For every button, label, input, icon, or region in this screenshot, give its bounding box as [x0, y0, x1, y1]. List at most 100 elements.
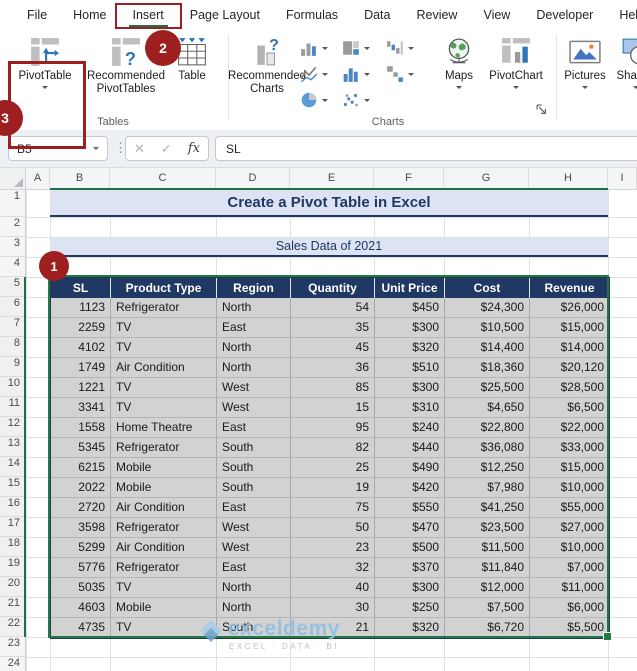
row-header-11[interactable]: 11 — [0, 397, 25, 417]
insert-scatter-chart-button[interactable] — [342, 89, 370, 111]
row-header-22[interactable]: 22 — [0, 617, 25, 637]
column-header-d[interactable]: D — [216, 168, 290, 189]
maps-button[interactable]: Maps — [436, 32, 482, 89]
cancel-icon[interactable]: ✕ — [134, 141, 145, 157]
column-header-i[interactable]: I — [608, 168, 637, 189]
row-header-9[interactable]: 9 — [0, 357, 25, 377]
row-header-13[interactable]: 13 — [0, 437, 25, 457]
tab-data[interactable]: Data — [351, 0, 403, 30]
tab-home[interactable]: Home — [60, 0, 119, 30]
insert-column-chart-button[interactable] — [300, 37, 328, 59]
table-row[interactable]: 2022 Mobile South 19 $420 $7,980 $10,000 — [51, 478, 609, 498]
name-box[interactable]: B5 — [8, 136, 108, 161]
table-row[interactable]: 3598 Refrigerator West 50 $470 $23,500 $27,000 — [51, 518, 609, 538]
tab-formulas[interactable]: Formulas — [273, 0, 351, 30]
cell: 4102 — [51, 338, 111, 358]
table-column-header-unit-price: Unit Price — [375, 278, 445, 298]
column-header-e[interactable]: E — [290, 168, 374, 189]
row-header-19[interactable]: 19 — [0, 557, 25, 577]
row-header-24[interactable]: 24 — [0, 657, 25, 671]
charts-dialog-launcher[interactable] — [534, 102, 548, 116]
row-header-5[interactable]: 5 — [0, 277, 25, 297]
cell: 1558 — [51, 418, 111, 438]
column-header-f[interactable]: F — [374, 168, 444, 189]
ribbon-tab-bar: File Home Insert Page Layout Formulas Data Rev… — [0, 0, 637, 30]
row-header-4[interactable]: 4 — [0, 257, 25, 277]
row-header-15[interactable]: 15 — [0, 477, 25, 497]
tab-view[interactable]: View — [470, 0, 523, 30]
insert-hierarchy-chart-button[interactable] — [342, 37, 370, 59]
row-header-16[interactable]: 16 — [0, 497, 25, 517]
row-header-12[interactable]: 12 — [0, 417, 25, 437]
table-row[interactable]: 5035 TV North 40 $300 $12,000 $11,000 — [51, 578, 609, 598]
cell: $5,500 — [530, 618, 609, 638]
tab-review[interactable]: Review — [403, 0, 470, 30]
pivottable-button[interactable]: PivotTable — [12, 32, 78, 89]
sales-data-table[interactable]: SL Product Type Region Quantity Unit Price Co… — [50, 277, 610, 639]
table-row[interactable]: 4102 TV North 45 $320 $14,400 $14,000 — [51, 338, 609, 358]
insert-pie-chart-button[interactable] — [300, 89, 328, 111]
pivotchart-button[interactable]: PivotChart — [484, 32, 548, 89]
table-row[interactable]: 1558 Home Theatre East 95 $240 $22,800 $22,000 — [51, 418, 609, 438]
table-row[interactable]: 1221 TV West 85 $300 $25,500 $28,500 — [51, 378, 609, 398]
row-header-20[interactable]: 20 — [0, 577, 25, 597]
enter-icon[interactable]: ✓ — [161, 141, 172, 157]
insert-function-button[interactable]: fx — [188, 141, 200, 156]
column-header-c[interactable]: C — [110, 168, 216, 189]
table-row[interactable]: 5345 Refrigerator South 82 $440 $36,080 $33,00… — [51, 438, 609, 458]
insert-statistic-chart-button[interactable] — [342, 63, 370, 85]
column-header-h[interactable]: H — [529, 168, 608, 189]
select-all-corner[interactable] — [0, 168, 26, 189]
table-row[interactable]: 6215 Mobile South 25 $490 $12,250 $15,000 — [51, 458, 609, 478]
chevron-down-icon — [408, 72, 414, 76]
pictures-button[interactable]: Pictures — [560, 32, 610, 89]
insert-line-chart-button[interactable] — [300, 63, 328, 85]
table-row[interactable]: 5776 Refrigerator East 32 $370 $11,840 $7,000 — [51, 558, 609, 578]
table-row[interactable]: 1123 Refrigerator North 54 $450 $24,300 $26,00… — [51, 298, 609, 318]
cell: 1123 — [51, 298, 111, 318]
row-header-6[interactable]: 6 — [0, 297, 25, 317]
tab-insert[interactable]: Insert — [114, 0, 182, 30]
cell: $6,500 — [530, 398, 609, 418]
column-header-a[interactable]: A — [26, 168, 50, 189]
cell: North — [217, 598, 291, 618]
table-row[interactable]: 5299 Air Condition West 23 $500 $11,500 $10,00… — [51, 538, 609, 558]
dialog-launcher-icon — [536, 104, 546, 114]
formula-input[interactable]: SL — [215, 136, 637, 161]
tab-help[interactable]: Help — [606, 0, 637, 30]
row-header-7[interactable]: 7 — [0, 317, 25, 337]
row-header-21[interactable]: 21 — [0, 597, 25, 617]
table-row[interactable]: 2259 TV East 35 $300 $10,500 $15,000 — [51, 318, 609, 338]
sheet-grid[interactable]: 1 2 3 4 5 6 7 8 9 10 11 12 13 14 15 16 17 18 19 20 21 22 23 24 … — [0, 190, 637, 671]
table-row[interactable]: 2720 Air Condition East 75 $550 $41,250 $55,00… — [51, 498, 609, 518]
row-header-18[interactable]: 18 — [0, 537, 25, 557]
insert-waterfall-chart-button[interactable] — [386, 37, 414, 59]
row-header-10[interactable]: 10 — [0, 377, 25, 397]
row-header-1[interactable]: 1 — [0, 190, 25, 217]
sheet-title: Create a Pivot Table in Excel — [227, 194, 431, 211]
cell: Mobile — [111, 598, 217, 618]
table-header-row: SL Product Type Region Quantity Unit Price Co… — [51, 278, 609, 298]
table-row[interactable]: 1749 Air Condition North 36 $510 $18,360 $20,1… — [51, 358, 609, 378]
cell: Air Condition — [111, 538, 217, 558]
tab-file[interactable]: File — [14, 0, 60, 30]
row-header-3[interactable]: 3 — [0, 237, 25, 257]
table-row[interactable]: 3341 TV West 15 $310 $4,650 $6,500 — [51, 398, 609, 418]
tables-group-label: Tables — [97, 116, 129, 128]
shapes-button[interactable]: Shapes — [612, 32, 637, 89]
table-row[interactable]: 4603 Mobile North 30 $250 $7,500 $6,000 — [51, 598, 609, 618]
column-header-g[interactable]: G — [444, 168, 529, 189]
insert-combo-chart-button[interactable] — [386, 63, 414, 85]
tab-page-layout[interactable]: Page Layout — [177, 0, 273, 30]
column-header-b[interactable]: B — [50, 168, 110, 189]
tab-developer[interactable]: Developer — [523, 0, 606, 30]
cell: North — [217, 578, 291, 598]
row-header-8[interactable]: 8 — [0, 337, 25, 357]
cell: $27,000 — [530, 518, 609, 538]
row-header-14[interactable]: 14 — [0, 457, 25, 477]
row-header-23[interactable]: 23 — [0, 637, 25, 657]
row-header-2[interactable]: 2 — [0, 217, 25, 237]
row-header-17[interactable]: 17 — [0, 517, 25, 537]
cell: $420 — [375, 478, 445, 498]
recommended-charts-button[interactable]: ? Recommended Charts — [228, 32, 306, 96]
